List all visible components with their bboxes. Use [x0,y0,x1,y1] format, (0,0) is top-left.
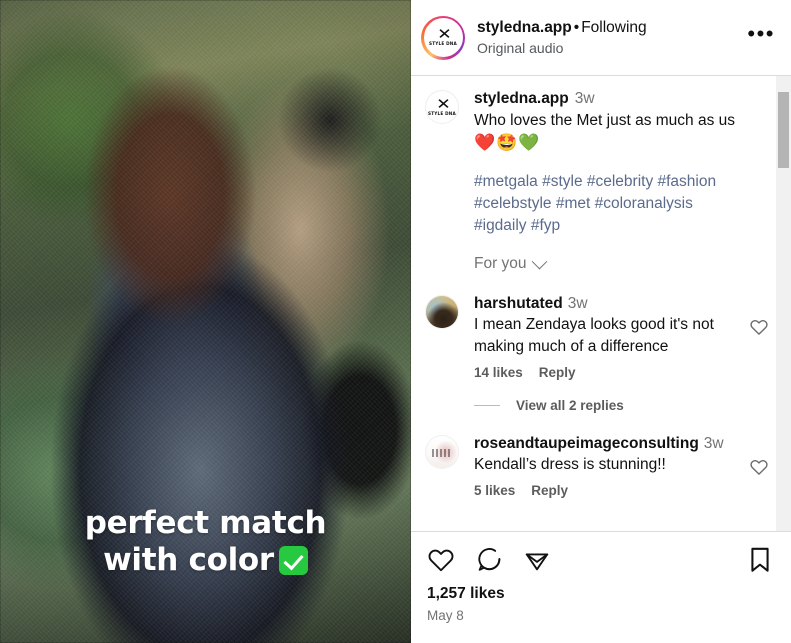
share-paper-plane-icon[interactable] [523,546,551,574]
author-avatar[interactable]: ✕ STYLE DNA [421,15,465,60]
comment-age: 3w [567,295,588,312]
post-header: ✕ STYLE DNA styledna.app • Following Origi… [411,0,791,76]
post-date: May 8 [427,608,464,623]
comment-reply-button[interactable]: Reply [531,483,568,498]
comment-body: roseandtaupeimageconsulting 3w Kendall’s … [474,433,731,498]
post-photo [0,0,411,643]
hashtag-line-2[interactable]: #celebstyle #met #coloranalysis [474,193,769,215]
comment-likes[interactable]: 5 likes [474,483,515,498]
chevron-down-icon [531,253,547,269]
comment-filter-dropdown[interactable]: For you [474,253,547,273]
instagram-post: perfect match with color ✕ STYLE DNA sty… [0,0,791,643]
heart-outline-icon[interactable] [749,457,769,477]
header-text-block: styledna.app • Following Original audio [477,18,739,57]
hashtag-line-1[interactable]: #metgala #style #celebrity #fashion [474,171,769,193]
post-sidebar: ✕ STYLE DNA styledna.app • Following Origi… [411,0,791,643]
post-action-bar: 1,257 likes May 8 [411,531,791,643]
caption-body: styledna.app 3w Who loves the Met just as… [474,88,769,273]
comments-scroll-thumb[interactable] [778,92,789,168]
heart-outline-icon[interactable] [427,546,455,574]
audio-label[interactable]: Original audio [477,39,739,57]
comment-item: harshutated 3w I mean Zendaya looks good … [425,293,769,380]
hashtag-line-3[interactable]: #igdaily #fyp [474,215,769,237]
replies-divider [474,405,500,406]
caption-age: 3w [574,90,595,107]
comment-age: 3w [703,435,724,452]
follow-state-button[interactable]: Following [581,19,646,36]
comment-item: roseandtaupeimageconsulting 3w Kendall’s … [425,433,769,498]
heart-outline-icon[interactable] [749,317,769,337]
comment-filter-label: For you [474,255,527,272]
styledna-glyph: ✕ [435,94,450,113]
user-photo-avatar-icon [425,295,459,329]
caption-text-line: styledna.app 3w [474,88,769,110]
caption-avatar[interactable]: ✕ STYLE DNA [425,88,461,273]
styledna-logo-icon: ✕ STYLE DNA [425,90,459,124]
comment-meta: 14 likes Reply [474,365,731,380]
comment-text: Kendall’s dress is stunning!! [474,456,666,473]
caption-hashtags: #metgala #style #celebrity #fashion #cel… [474,171,769,237]
view-replies-button[interactable]: View all 2 replies [474,398,769,413]
styledna-glyph: ✕ [436,25,451,43]
commenter-avatar[interactable] [425,433,461,498]
post-media[interactable]: perfect match with color [0,0,411,643]
styledna-logo-icon: ✕ STYLE DNA [427,21,459,54]
comment-likes[interactable]: 14 likes [474,365,523,380]
rose-and-taupe-logo-avatar-icon [425,435,459,469]
author-username[interactable]: styledna.app [477,19,572,36]
bookmark-outline-icon[interactable] [747,546,773,574]
comment-reply-button[interactable]: Reply [539,365,576,380]
likes-count[interactable]: 1,257 likes [427,585,773,603]
caption-text: Who loves the Met just as much as us [474,112,736,129]
avatar-inner: ✕ STYLE DNA [423,18,463,57]
comment-text: I mean Zendaya looks good it's not makin… [474,316,714,355]
comment-meta: 5 likes Reply [474,483,731,498]
action-icon-group [427,546,773,574]
comment-bubble-icon[interactable] [475,546,503,574]
commenter-username[interactable]: roseandtaupeimageconsulting [474,435,699,452]
more-options-icon[interactable]: ••• [739,22,777,47]
commenter-avatar[interactable] [425,293,461,380]
header-title-line: styledna.app • Following [477,18,739,37]
comment-user-line: harshutated 3w [474,293,731,314]
comment-user-line: roseandtaupeimageconsulting 3w [474,433,731,454]
comment-body: harshutated 3w I mean Zendaya looks good … [474,293,731,380]
comments-scroll-region[interactable]: ✕ STYLE DNA styledna.app 3w Who loves the… [411,76,791,531]
header-separator: • [573,19,580,36]
comments-scrollbar[interactable] [776,76,791,531]
caption-emojis: ❤️🤩💚 [474,133,541,152]
caption-block: ✕ STYLE DNA styledna.app 3w Who loves the… [425,88,769,273]
commenter-username[interactable]: harshutated [474,295,563,312]
caption-username[interactable]: styledna.app [474,90,569,107]
view-replies-label: View all 2 replies [516,398,624,413]
